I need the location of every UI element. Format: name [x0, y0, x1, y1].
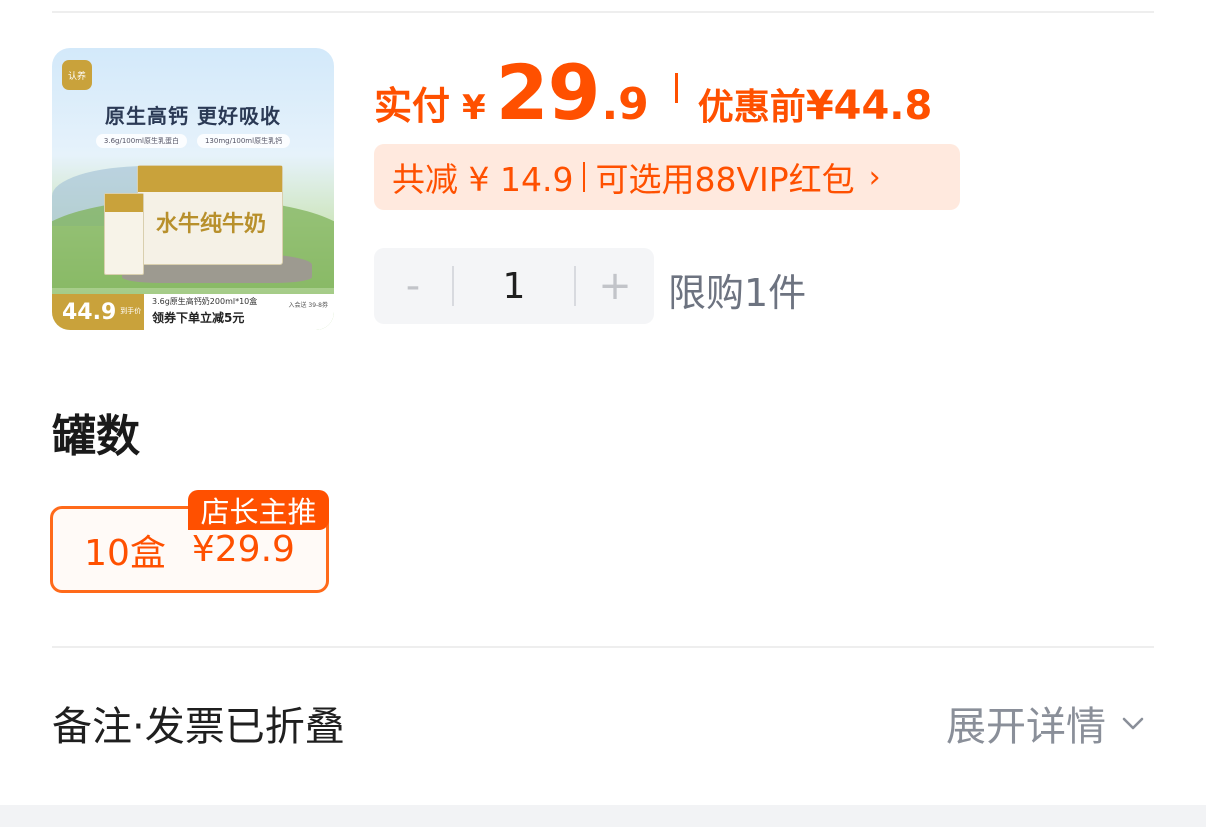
price-separator	[674, 73, 678, 103]
discount-total: 共减 ¥ 14.9	[392, 160, 574, 199]
original-price-label: 优惠前	[697, 87, 806, 128]
paid-label: 实付	[374, 84, 451, 128]
decrement-button[interactable]: -	[374, 248, 452, 324]
image-price: 44.9	[62, 299, 117, 325]
increment-button[interactable]: +	[576, 248, 654, 324]
chevron-right-icon: ›	[868, 159, 881, 195]
chevron-down-icon	[1122, 717, 1144, 730]
purchase-limit: 限购1件	[668, 271, 807, 315]
discount-separator	[583, 162, 586, 192]
spec-title: 罐数	[52, 411, 140, 462]
section-divider	[52, 646, 1154, 648]
milk-box: 水牛纯牛奶	[137, 165, 283, 265]
image-member: 入会送 39-8券	[288, 302, 328, 309]
quantity-value[interactable]: 1	[454, 266, 574, 307]
image-spec: 3.6g原生高钙奶200ml*10盒	[152, 297, 258, 306]
image-price-tag: 44.9 到手价	[52, 294, 144, 330]
remark-invoice-label: 备注·发票已折叠	[52, 704, 345, 750]
price-row: 实付 ¥ 29 .9 优惠前 ¥44.8	[374, 48, 933, 137]
paid-price-integer: 29	[495, 48, 601, 137]
image-footer: 44.9 到手价 3.6g原生高钙奶200ml*10盒 领券下单立减5元 入会送…	[52, 294, 334, 330]
image-coupon: 领券下单立减5元	[152, 311, 245, 325]
top-divider	[52, 11, 1154, 13]
currency-symbol: ¥	[462, 88, 486, 128]
expand-label: 展开详情	[946, 704, 1106, 750]
image-headline: 原生高钙 更好吸收	[105, 104, 281, 128]
milk-carton	[104, 193, 144, 275]
bottom-band	[0, 805, 1206, 827]
image-tags: 3.6g/100ml原生乳蛋白 130mg/100ml原生乳钙	[52, 134, 334, 148]
recommend-badge: 店长主推	[188, 490, 329, 530]
quantity-stepper: - 1 +	[374, 248, 654, 324]
product-image[interactable]: 认养 原生高钙 更好吸收 3.6g/100ml原生乳蛋白 130mg/100ml…	[52, 48, 334, 330]
image-tag: 3.6g/100ml原生乳蛋白	[95, 134, 187, 148]
original-price: ¥44.8	[805, 83, 933, 129]
brand-logo: 认养	[62, 60, 92, 90]
expand-details-button[interactable]: 展开详情	[946, 694, 1146, 752]
option-name: 10盒	[84, 532, 166, 574]
discount-banner[interactable]: 共减 ¥ 14.9 可选用88VIP红包 ›	[374, 144, 960, 210]
redpacket-text: 可选用88VIP红包	[595, 160, 855, 199]
box-title: 水牛纯牛奶	[156, 212, 267, 237]
paid-price-decimal: .9	[601, 79, 649, 130]
option-price: ¥29.9	[191, 529, 295, 570]
image-price-unit: 到手价	[120, 308, 142, 316]
image-tag: 130mg/100ml原生乳钙	[196, 134, 291, 148]
